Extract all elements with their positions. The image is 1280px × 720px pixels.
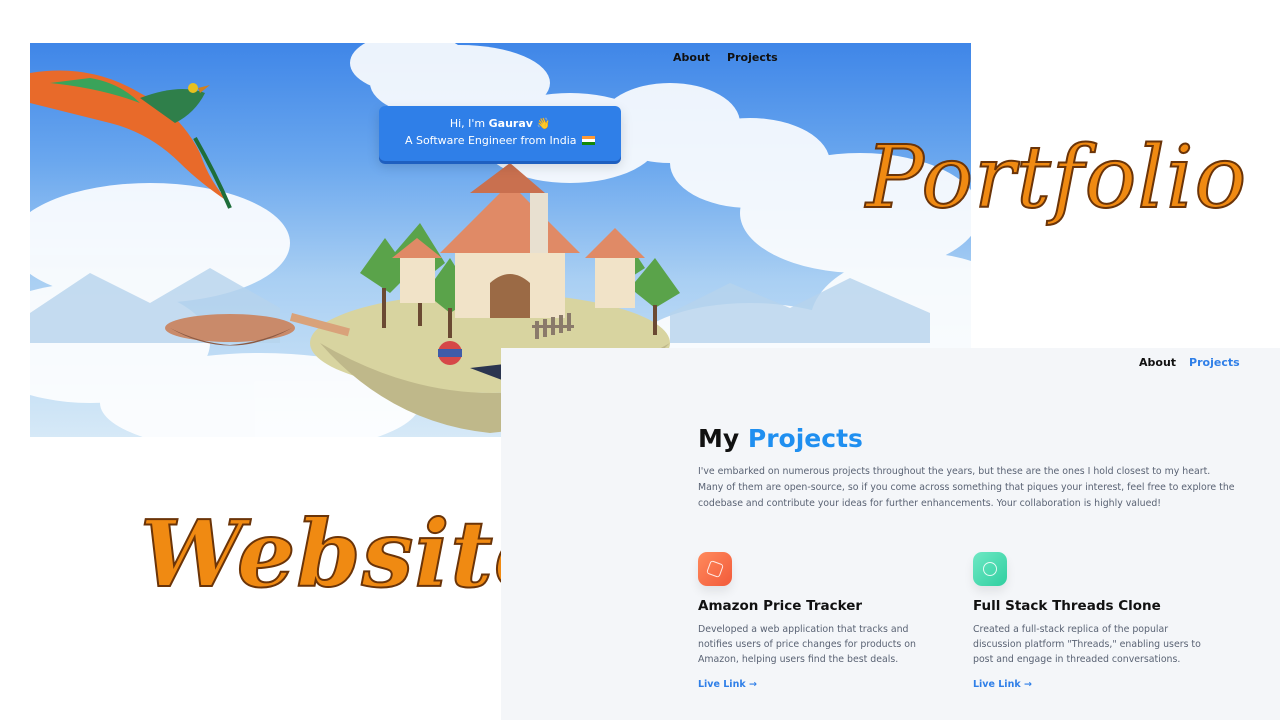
intro-card: Hi, I'm Gaurav 👋 A Software Engineer fro…: [379, 106, 621, 161]
project-card: Full Stack Threads Clone Created a full-…: [973, 552, 1203, 692]
intro-paragraph: I've embarked on numerous projects throu…: [698, 466, 1235, 509]
page-title: My Projects: [698, 424, 863, 453]
project-card: Amazon Price Tracker Developed a web app…: [698, 552, 928, 692]
arrow-right-icon: →: [1023, 679, 1032, 690]
projects-nav: About Projects: [1139, 356, 1240, 369]
live-link-label: Live Link: [973, 679, 1021, 690]
project-description: Developed a web application that tracks …: [698, 624, 916, 665]
author-name: Gaurav: [488, 117, 533, 130]
website-word-art: Website: [139, 499, 554, 609]
nav-link-about[interactable]: About: [1139, 356, 1176, 369]
arrow-right-icon: →: [748, 679, 757, 690]
greeting-line: Hi, I'm Gaurav 👋: [379, 115, 621, 132]
live-link[interactable]: Live Link →: [698, 679, 757, 690]
hero-nav: About Projects: [673, 51, 778, 64]
tagline: A Software Engineer from India: [404, 134, 577, 147]
tagline-line: A Software Engineer from India: [379, 132, 621, 149]
live-link-label: Live Link: [698, 679, 746, 690]
india-flag-icon: [582, 136, 596, 145]
threads-icon: [973, 552, 1007, 586]
wave-icon: 👋: [536, 117, 551, 130]
nav-link-projects[interactable]: Projects: [727, 51, 778, 64]
portfolio-word-art: Portfolio: [865, 127, 1248, 229]
project-title: Amazon Price Tracker: [698, 598, 863, 614]
projects-screenshot: About Projects My Projects I've embarked…: [501, 348, 1280, 720]
title-prefix: My: [698, 424, 740, 453]
project-description: Created a full-stack replica of the popu…: [973, 624, 1201, 665]
nav-link-about[interactable]: About: [673, 51, 710, 64]
greeting-prefix: Hi, I'm: [449, 117, 486, 130]
price-tag-icon: [698, 552, 732, 586]
live-link[interactable]: Live Link →: [973, 679, 1032, 690]
project-title: Full Stack Threads Clone: [973, 598, 1161, 614]
nav-link-projects[interactable]: Projects: [1189, 356, 1240, 369]
title-accent: Projects: [747, 424, 863, 453]
